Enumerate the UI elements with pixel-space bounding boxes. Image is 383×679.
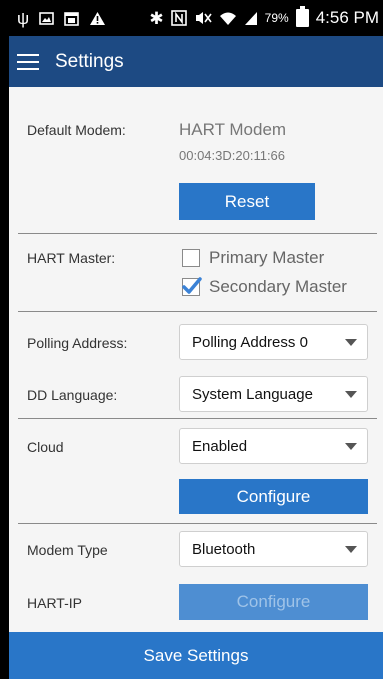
- wifi-icon: [219, 12, 236, 25]
- calendar-icon: [64, 11, 79, 26]
- primary-master-option[interactable]: Primary Master: [182, 248, 324, 268]
- hamburger-menu-icon[interactable]: [17, 53, 39, 70]
- modem-type-label: Modem Type: [27, 542, 108, 558]
- hart-ip-label: HART-IP: [27, 595, 82, 611]
- cloud-label: Cloud: [27, 439, 64, 455]
- image-icon: [39, 11, 54, 25]
- secondary-master-option[interactable]: Secondary Master: [182, 277, 347, 297]
- dd-language-dropdown[interactable]: System Language: [179, 376, 368, 412]
- settings-form: Default Modem: HART Modem 00:04:3D:20:11…: [9, 87, 383, 632]
- polling-address-dropdown[interactable]: Polling Address 0: [179, 324, 368, 360]
- divider: [18, 418, 377, 419]
- chevron-down-icon: [345, 546, 357, 553]
- screen-frame-edge: [0, 0, 9, 679]
- dd-language-value: System Language: [192, 385, 313, 403]
- chevron-down-icon: [345, 339, 357, 346]
- hart-ip-configure-button[interactable]: Configure: [179, 584, 368, 620]
- divider: [18, 233, 377, 234]
- chevron-down-icon: [345, 443, 357, 450]
- checkmark-icon: [182, 277, 202, 294]
- signal-icon: [244, 11, 257, 25]
- app-bar: Settings: [9, 36, 383, 87]
- save-settings-button[interactable]: Save Settings: [9, 632, 383, 679]
- modem-type-value: Bluetooth: [192, 540, 256, 558]
- default-modem-name: HART Modem: [179, 120, 287, 139]
- primary-master-checkbox[interactable]: [182, 249, 200, 267]
- divider: [18, 311, 377, 312]
- dd-language-label: DD Language:: [27, 387, 118, 403]
- polling-address-label: Polling Address:: [27, 335, 128, 351]
- chevron-down-icon: [345, 391, 357, 398]
- secondary-master-label: Secondary Master: [209, 277, 347, 296]
- cloud-value: Enabled: [192, 437, 248, 455]
- modem-type-dropdown[interactable]: Bluetooth: [179, 531, 368, 567]
- usb-icon: ψ: [17, 8, 30, 28]
- page-title: Settings: [55, 50, 124, 72]
- battery-percent: 79%: [264, 11, 289, 25]
- divider: [18, 523, 377, 524]
- bluetooth-icon: ✱: [149, 8, 164, 28]
- battery-icon: [295, 6, 309, 27]
- status-bar: ψ ✱ 79% 4:56 PM: [9, 0, 383, 36]
- default-modem-address: 00:04:3D:20:11:66: [179, 148, 286, 163]
- cloud-dropdown[interactable]: Enabled: [179, 428, 368, 464]
- nfc-icon: [170, 10, 187, 26]
- warning-icon: [90, 11, 106, 25]
- reset-button[interactable]: Reset: [179, 183, 315, 220]
- default-modem-label: Default Modem:: [27, 122, 126, 138]
- mute-icon: [195, 12, 212, 24]
- hart-master-label: HART Master:: [27, 250, 116, 266]
- secondary-master-checkbox[interactable]: [182, 277, 202, 296]
- polling-address-value: Polling Address 0: [192, 333, 308, 351]
- cloud-configure-button[interactable]: Configure: [179, 479, 368, 514]
- clock: 4:56 PM: [315, 8, 379, 27]
- primary-master-label: Primary Master: [209, 248, 325, 267]
